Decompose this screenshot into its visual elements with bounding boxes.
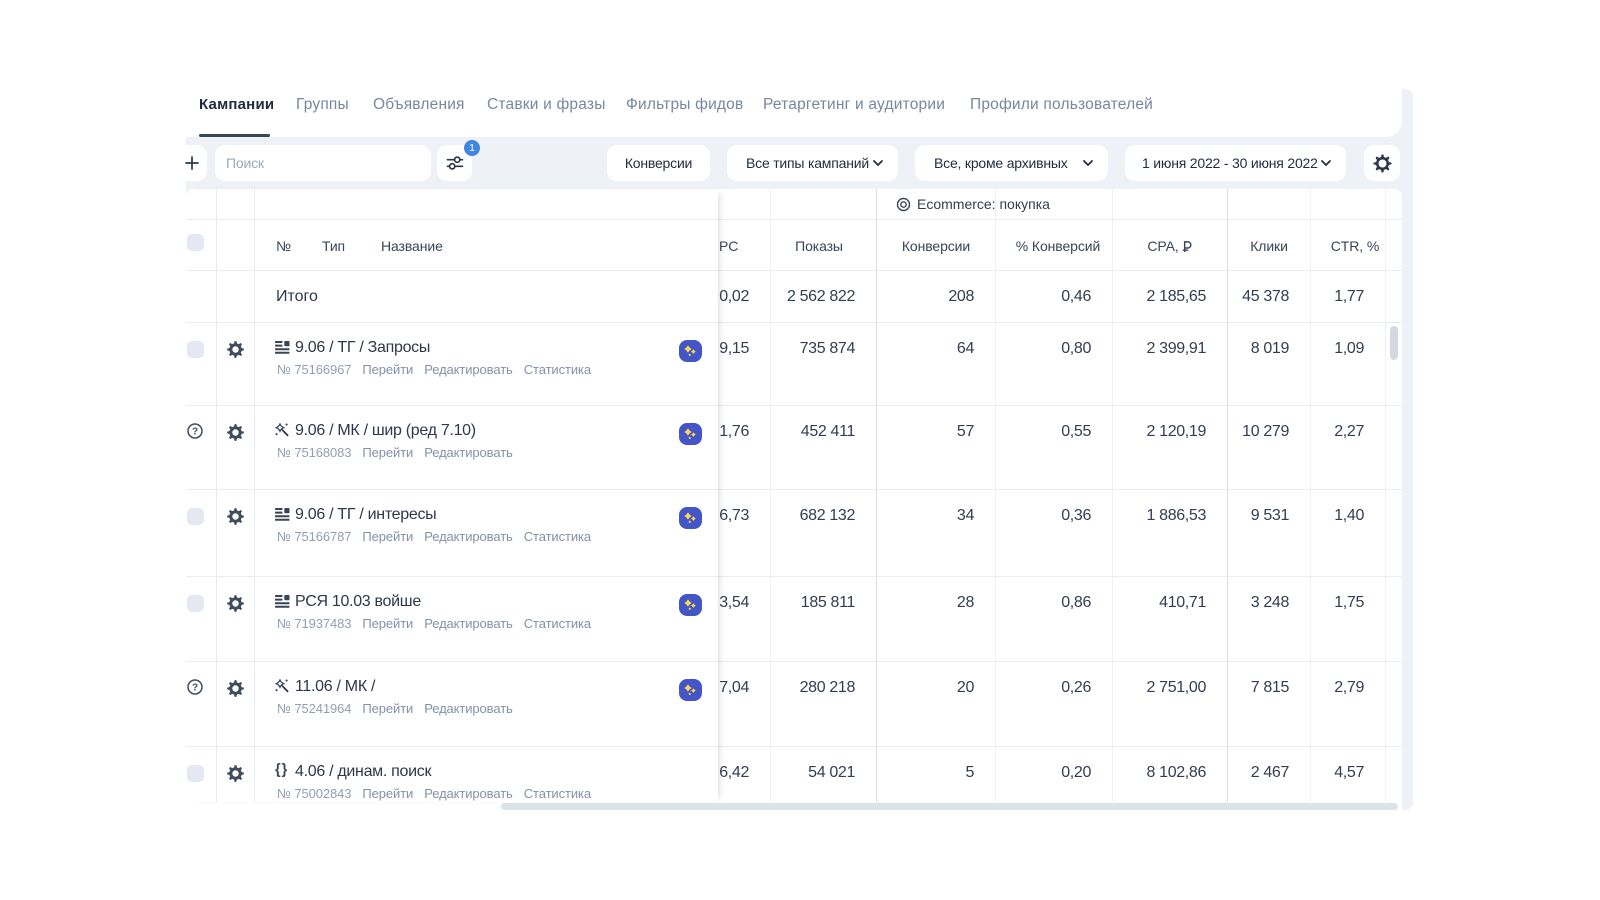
svg-text:?: ? <box>192 683 198 694</box>
svg-text:?: ? <box>192 427 198 438</box>
